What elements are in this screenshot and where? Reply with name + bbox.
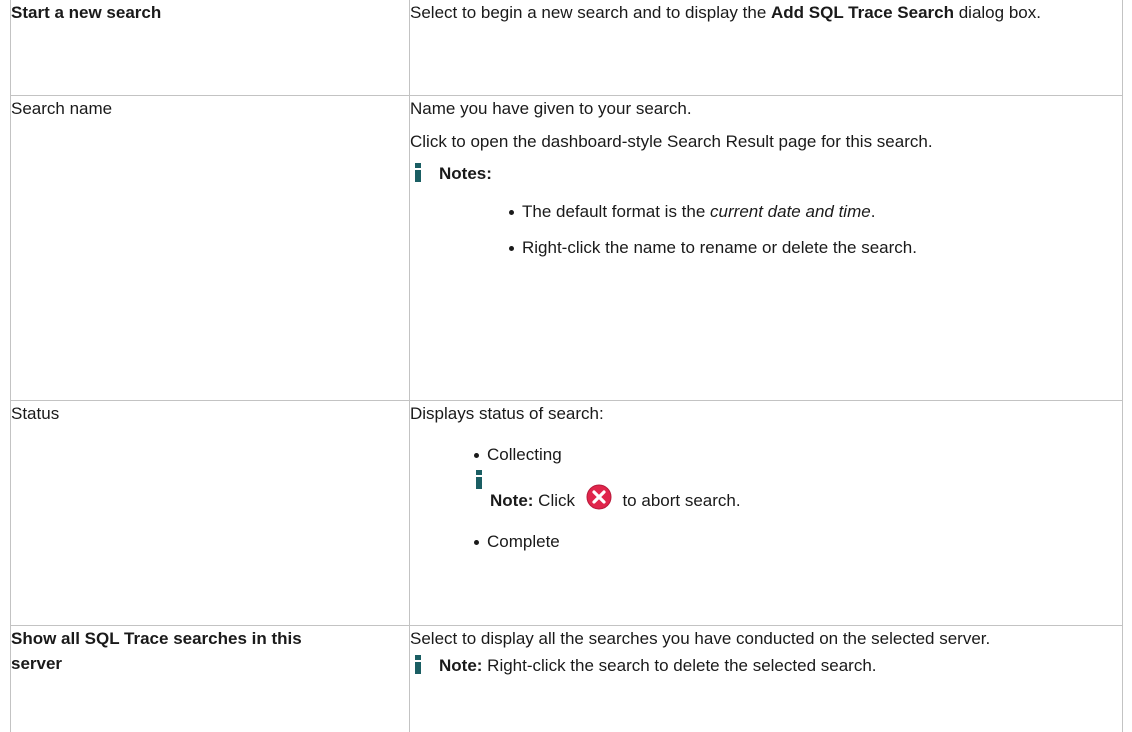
note-line: Note: Right-click the search to delete t… <box>410 653 1122 678</box>
row-label-cell: Show all SQL Trace searches in this serv… <box>10 624 410 732</box>
note-text: Click <box>533 490 580 510</box>
description-text-part: dialog box. <box>954 3 1041 22</box>
status-list: Complete <box>474 529 1122 554</box>
note-label: Note: <box>439 655 483 675</box>
list-item: Collecting <box>474 442 1122 467</box>
row-label: Search name <box>11 98 113 118</box>
list-item-text: . <box>870 201 876 221</box>
list-item: The default format is the current date a… <box>509 199 1122 224</box>
note-text: to abort search. <box>617 490 741 510</box>
description-text: Select to display all the searches you h… <box>410 628 991 648</box>
list-item-emphasis: current date and time <box>710 201 871 221</box>
note-line: Note: Click to abort search. <box>490 484 741 513</box>
table-row: Start a new search Select to begin a new… <box>10 0 1123 96</box>
dialog-name: Add SQL Trace Search <box>771 3 954 22</box>
table-row: Status Displays status of search: Collec… <box>10 399 1123 626</box>
status-list: Collecting <box>474 442 1122 467</box>
description-text: Name you have given to your search. <box>410 98 692 118</box>
description-text: Select to begin a new search and to disp… <box>410 0 1122 25</box>
row-label-cell: Search name <box>10 94 410 401</box>
table-row: Search name Name you have given to your … <box>10 94 1123 401</box>
description-text: Click to open the dashboard-style Search… <box>410 131 933 151</box>
abort-icon[interactable] <box>586 484 612 510</box>
info-icon <box>474 468 484 490</box>
list-item-text: The default format is the <box>522 201 711 221</box>
notes-list: The default format is the current date a… <box>509 199 1122 260</box>
row-description-cell: Displays status of search: Collecting No… <box>409 399 1123 626</box>
table-row: Show all SQL Trace searches in this serv… <box>10 624 1123 732</box>
info-icon <box>413 161 423 183</box>
inline-note: Note: Click to abort search. <box>474 467 1122 515</box>
notes-heading: Notes: <box>410 161 1122 186</box>
info-icon <box>413 653 423 675</box>
row-description-cell: Name you have given to your search. Clic… <box>409 94 1123 401</box>
row-label: Status <box>11 403 60 423</box>
list-item: Right-click the name to rename or delete… <box>509 235 1122 260</box>
note-label: Note: <box>490 490 534 510</box>
row-description-cell: Select to display all the searches you h… <box>409 624 1123 732</box>
note-text: Right-click the search to delete the sel… <box>482 655 877 675</box>
row-label-cell: Status <box>10 399 410 626</box>
row-label: Start a new search <box>11 3 162 22</box>
description-text: Displays status of search: <box>410 403 604 423</box>
description-text-part: Select to begin a new search and to disp… <box>410 3 772 22</box>
row-description-cell: Select to begin a new search and to disp… <box>409 0 1123 96</box>
reference-table: Start a new search Select to begin a new… <box>10 0 1123 732</box>
note-content: Note: Right-click the search to delete t… <box>439 653 877 678</box>
notes-label: Notes: <box>439 163 492 183</box>
list-item: Complete <box>474 529 1122 554</box>
row-label: Show all SQL Trace searches in this serv… <box>11 628 302 673</box>
row-label-cell: Start a new search <box>10 0 410 96</box>
